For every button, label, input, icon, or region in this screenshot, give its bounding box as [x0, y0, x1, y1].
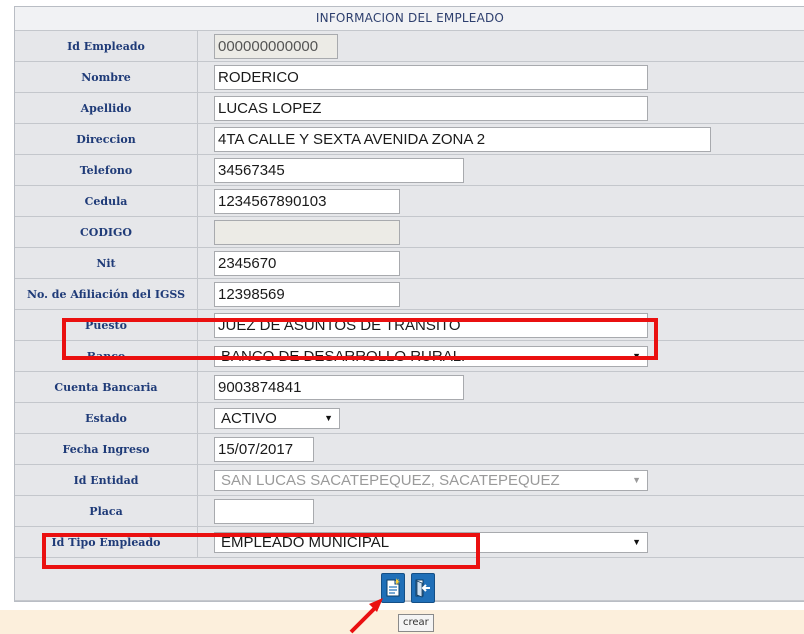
fecha-ingreso-field[interactable]: 15/07/2017	[214, 436, 314, 462]
row-igss: No. de Afiliación del IGSS 12398569	[15, 279, 804, 310]
id-empleado-label: Id Empleado	[15, 31, 198, 61]
fecha-ingreso-label: Fecha Ingreso	[15, 434, 198, 464]
row-id-tipo-empleado: Id Tipo Empleado EMPLEADO MUNICIPAL ▼	[15, 527, 804, 558]
employee-form: INFORMACION DEL EMPLEADO Id Empleado 000…	[14, 6, 804, 602]
dropdown-arrow-icon[interactable]: ▼	[324, 413, 333, 423]
action-buttons	[0, 566, 804, 610]
row-codigo: CODIGO	[15, 217, 804, 248]
puesto-field[interactable]: JUEZ DE ASUNTOS DE TRANSITO	[214, 312, 648, 338]
row-puesto: Puesto JUEZ DE ASUNTOS DE TRANSITO	[15, 310, 804, 341]
direccion-label: Direccion	[15, 124, 198, 154]
row-telefono: Telefono 34567345	[15, 155, 804, 186]
form-title: INFORMACION DEL EMPLEADO	[15, 7, 804, 31]
dropdown-arrow-icon[interactable]: ▼	[632, 475, 641, 485]
create-tooltip: crear	[398, 614, 434, 632]
estado-select[interactable]: ACTIVO ▼	[214, 407, 340, 429]
telefono-label: Telefono	[15, 155, 198, 185]
row-nombre: Nombre RODERICO	[15, 62, 804, 93]
placa-field[interactable]	[214, 498, 314, 524]
placa-label: Placa	[15, 496, 198, 526]
igss-label: No. de Afiliación del IGSS	[15, 279, 198, 309]
row-estado: Estado ACTIVO ▼	[15, 403, 804, 434]
nombre-field[interactable]: RODERICO	[214, 64, 648, 90]
row-id-empleado: Id Empleado 000000000000	[15, 31, 804, 62]
banco-select[interactable]: BANCO DE DESARROLLO RURAL. ▼	[214, 345, 648, 367]
row-nit: Nit 2345670	[15, 248, 804, 279]
codigo-field[interactable]	[214, 219, 400, 245]
telefono-field[interactable]: 34567345	[214, 157, 464, 183]
apellido-label: Apellido	[15, 93, 198, 123]
row-direccion: Direccion 4TA CALLE Y SEXTA AVENIDA ZONA…	[15, 124, 804, 155]
row-cedula: Cedula 1234567890103	[15, 186, 804, 217]
cedula-field[interactable]: 1234567890103	[214, 188, 400, 214]
estado-label: Estado	[15, 403, 198, 433]
dropdown-arrow-icon[interactable]: ▼	[632, 537, 641, 547]
exit-door-icon	[415, 579, 430, 598]
id-empleado-field[interactable]: 000000000000	[214, 33, 338, 59]
id-entidad-select[interactable]: SAN LUCAS SACATEPEQUEZ, SACATEPEQUEZ ▼	[214, 469, 648, 491]
nit-field[interactable]: 2345670	[214, 250, 400, 276]
row-apellido: Apellido LUCAS LOPEZ	[15, 93, 804, 124]
igss-field[interactable]: 12398569	[214, 281, 400, 307]
apellido-field[interactable]: LUCAS LOPEZ	[214, 95, 648, 121]
exit-button[interactable]	[411, 573, 435, 603]
row-placa: Placa	[15, 496, 804, 527]
row-banco: Banco BANCO DE DESARROLLO RURAL. ▼	[15, 341, 804, 372]
direccion-field[interactable]: 4TA CALLE Y SEXTA AVENIDA ZONA 2	[214, 126, 711, 152]
puesto-label: Puesto	[15, 310, 198, 340]
cedula-label: Cedula	[15, 186, 198, 216]
nombre-label: Nombre	[15, 62, 198, 92]
cuenta-field[interactable]: 9003874841	[214, 374, 464, 400]
id-tipo-empleado-selected-value: EMPLEADO MUNICIPAL	[221, 533, 390, 551]
codigo-label: CODIGO	[15, 217, 198, 247]
banco-selected-value: BANCO DE DESARROLLO RURAL.	[221, 347, 466, 365]
id-tipo-empleado-select[interactable]: EMPLEADO MUNICIPAL ▼	[214, 531, 648, 553]
row-fecha-ingreso: Fecha Ingreso 15/07/2017	[15, 434, 804, 465]
cuenta-label: Cuenta Bancaria	[15, 372, 198, 402]
estado-selected-value: ACTIVO	[221, 409, 277, 427]
id-entidad-selected-value: SAN LUCAS SACATEPEQUEZ, SACATEPEQUEZ	[221, 471, 560, 489]
nit-label: Nit	[15, 248, 198, 278]
banco-label: Banco	[15, 341, 198, 371]
red-pointer-arrow-icon	[349, 598, 383, 634]
row-id-entidad: Id Entidad SAN LUCAS SACATEPEQUEZ, SACAT…	[15, 465, 804, 496]
row-cuenta: Cuenta Bancaria 9003874841	[15, 372, 804, 403]
dropdown-arrow-icon[interactable]: ▼	[632, 351, 641, 361]
id-entidad-label: Id Entidad	[15, 465, 198, 495]
id-tipo-empleado-label: Id Tipo Empleado	[15, 527, 198, 557]
